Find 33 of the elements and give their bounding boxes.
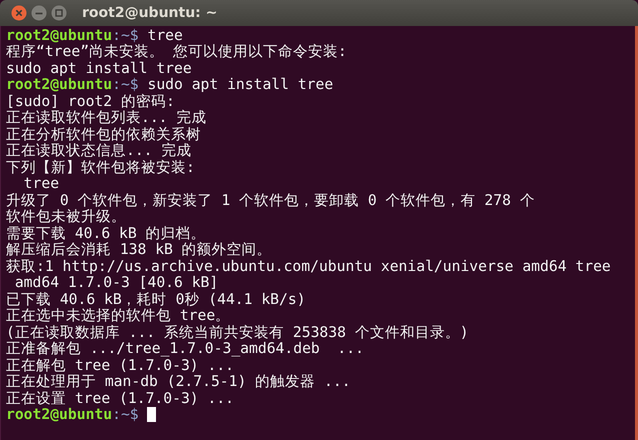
- output-line: 正在选中未选择的软件包 tree。: [6, 307, 230, 324]
- output-line: 正在处理用于 man-db (2.7.5-1) 的触发器 ...: [6, 373, 351, 390]
- command-text: tree: [146, 26, 183, 44]
- output-line: (正在读取数据库 ... 系统当前共安装有 253838 个文件和目录。): [6, 324, 469, 341]
- prompt-path: :~$: [112, 406, 139, 424]
- output-line: tree: [22, 175, 60, 192]
- command-text: sudo apt install tree: [146, 76, 334, 94]
- prompt-user-host: root2@ubuntu: [6, 26, 112, 44]
- output-line: 软件包未被升级。: [6, 208, 126, 226]
- output-line: 正在设置 tree (1.7.0-3) ...: [6, 390, 234, 407]
- close-icon[interactable]: [11, 5, 27, 21]
- output-line: 程序“tree”尚未安装。 您可以使用以下命令安装:: [6, 43, 347, 60]
- window-title: root2@ubuntu: ~: [82, 5, 218, 21]
- prompt-user-host: root2@ubuntu: [6, 76, 112, 94]
- output-line: 解压缩后会消耗 138 kB 的额外空间。: [6, 241, 272, 258]
- output-line: 正在读取软件包列表... 完成: [6, 109, 206, 126]
- prompt-user-host: root2@ubuntu: [6, 406, 112, 424]
- prompt-path: :~$: [112, 76, 139, 94]
- output-line: amd64 1.7.0-3 [40.6 kB]: [14, 274, 218, 292]
- output-line: 获取:1 http://us.archive.ubuntu.com/ubuntu xenial/universe amd64 tree: [6, 258, 611, 275]
- output-line: 正在读取状态信息... 完成: [6, 142, 192, 160]
- output-line: 下列【新】软件包将被安装:: [6, 158, 195, 176]
- output-line: 已下载 40.6 kB，耗时 0秒 (44.1 kB/s): [6, 290, 306, 308]
- output-line: 需要下载 40.6 kB 的归档。: [6, 224, 206, 242]
- output-line: sudo apt install tree: [6, 60, 192, 77]
- prompt-path: :~$: [112, 26, 139, 44]
- output-line: 正在解包 tree (1.7.0-3) ...: [6, 356, 234, 374]
- minimize-icon[interactable]: [31, 5, 47, 21]
- output-line: [sudo] root2 的密码:: [6, 92, 175, 110]
- output-line: 升级了 0 个软件包，新安装了 1 个软件包，要卸载 0 个软件包，有 278 个: [6, 192, 535, 209]
- output-line: 正在分析软件包的依赖关系树: [6, 126, 201, 143]
- maximize-icon[interactable]: [51, 5, 67, 21]
- output-line: 正准备解包 .../tree_1.7.0-3_amd64.deb ...: [6, 340, 364, 358]
